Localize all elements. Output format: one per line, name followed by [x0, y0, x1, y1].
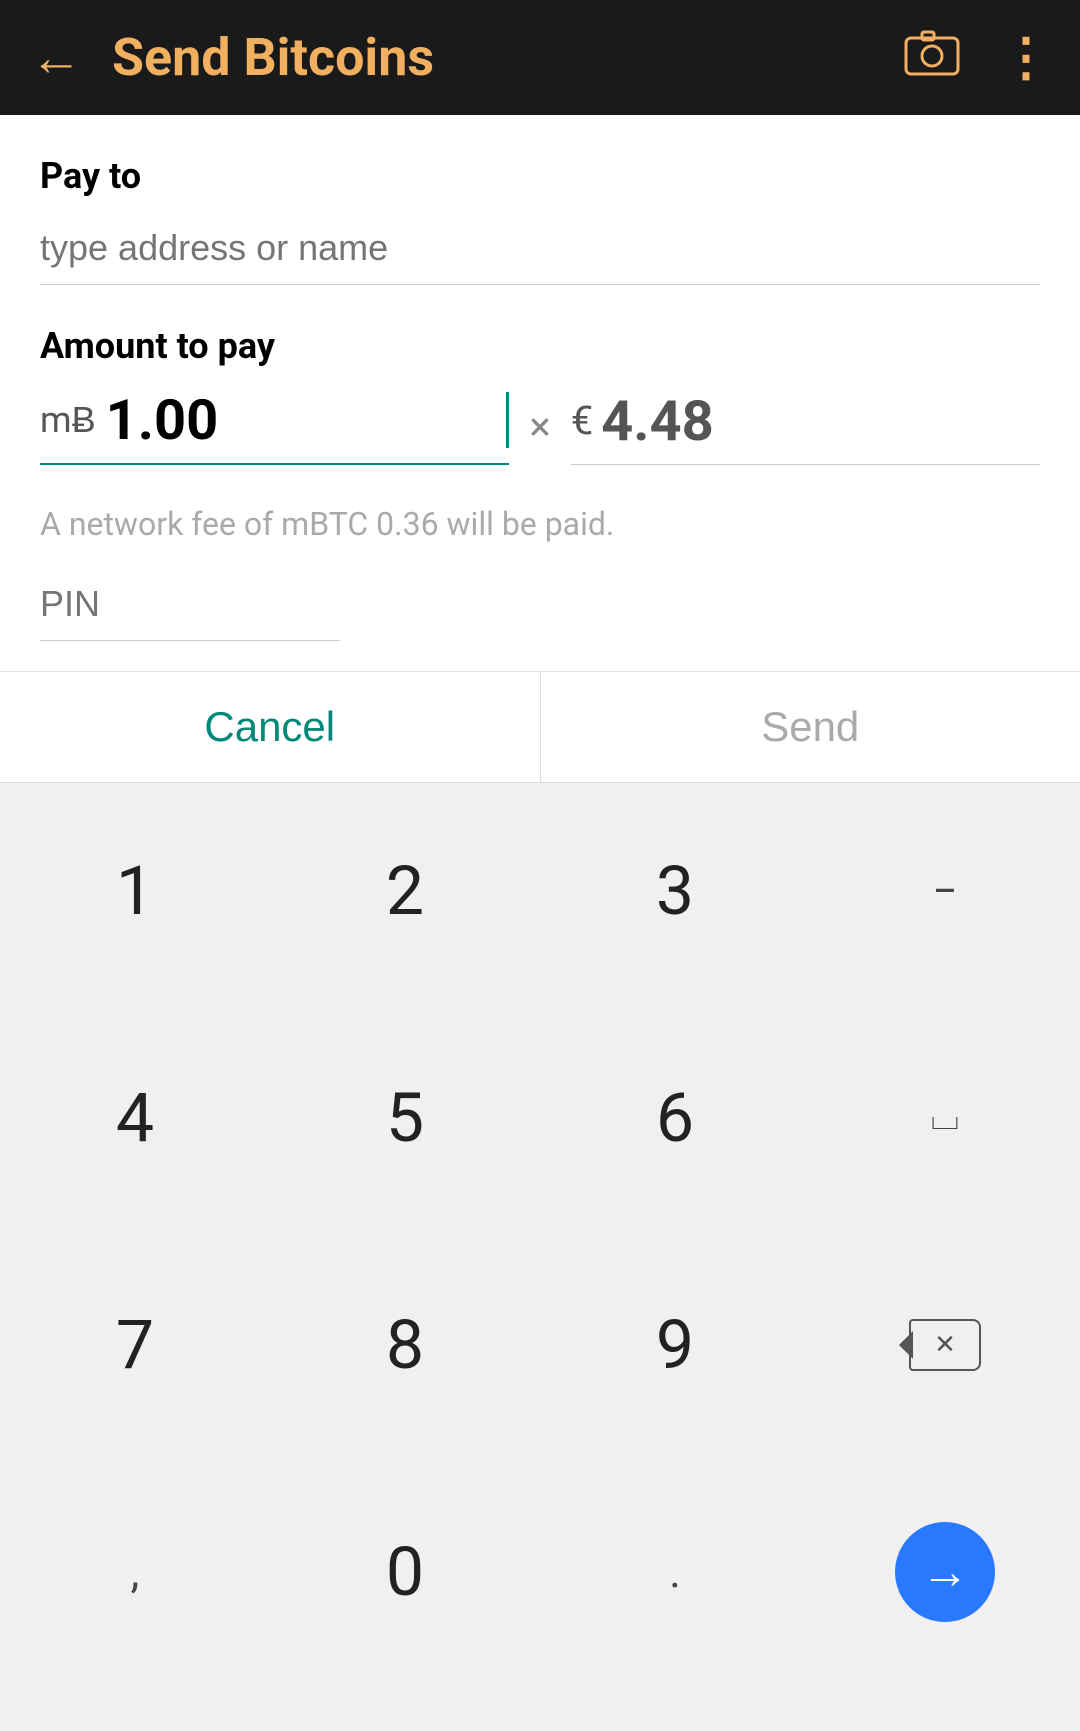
cancel-button[interactable]: Cancel: [0, 672, 541, 782]
key-5[interactable]: 5: [270, 1030, 540, 1205]
go-arrow-icon: →: [921, 1543, 969, 1600]
key-dash[interactable]: −: [810, 803, 1080, 978]
app-header: ← Send Bitcoins ⋮: [0, 0, 1080, 115]
key-8[interactable]: 8: [270, 1257, 540, 1432]
fee-notice: A network fee of mBTC 0.36 will be paid.: [40, 505, 1040, 543]
key-go[interactable]: →: [810, 1484, 1080, 1659]
pay-to-label: Pay to: [40, 155, 1040, 197]
key-4[interactable]: 4: [0, 1030, 270, 1205]
key-9[interactable]: 9: [540, 1257, 810, 1432]
form-area: Pay to Amount to pay mɃ 1.00 × € 4.48 A …: [0, 115, 1080, 671]
key-1[interactable]: 1: [0, 803, 270, 978]
pin-input[interactable]: [40, 573, 340, 641]
btc-currency-label: mɃ: [40, 399, 96, 441]
multiply-sign: ×: [529, 403, 550, 450]
key-period[interactable]: .: [540, 1484, 810, 1659]
key-space[interactable]: ⌴: [810, 1030, 1080, 1205]
action-bar: Cancel Send: [0, 672, 1080, 782]
key-backspace[interactable]: ✕: [810, 1257, 1080, 1432]
amount-row: mɃ 1.00 × € 4.48: [40, 387, 1040, 465]
cursor-caret: [506, 392, 509, 448]
key-comma[interactable]: ,: [0, 1484, 270, 1659]
numeric-keyboard: 1 2 3 − 4 5 6 ⌴ 7 8 9 ✕ , 0 . →: [0, 783, 1080, 1731]
btc-amount-field[interactable]: mɃ 1.00: [40, 387, 509, 465]
key-3[interactable]: 3: [540, 803, 810, 978]
key-0[interactable]: 0: [270, 1484, 540, 1659]
backspace-icon: ✕: [909, 1319, 981, 1371]
send-button[interactable]: Send: [541, 672, 1080, 782]
pay-to-input[interactable]: [40, 217, 1040, 285]
amount-section: Amount to pay mɃ 1.00 × € 4.48: [40, 325, 1040, 465]
camera-button[interactable]: [904, 28, 960, 88]
backspace-x: ✕: [934, 1330, 956, 1360]
camera-icon: [904, 28, 960, 76]
key-2[interactable]: 2: [270, 803, 540, 978]
fiat-currency-label: €: [571, 397, 593, 444]
go-button-circle: →: [895, 1522, 995, 1622]
btc-amount-value: 1.00: [106, 387, 505, 453]
key-6[interactable]: 6: [540, 1030, 810, 1205]
page-title: Send Bitcoins: [112, 27, 884, 88]
fiat-amount-field[interactable]: € 4.48: [571, 388, 1040, 465]
fiat-amount-value: 4.48: [601, 388, 714, 454]
amount-label: Amount to pay: [40, 325, 1040, 367]
key-7[interactable]: 7: [0, 1257, 270, 1432]
back-button[interactable]: ←: [30, 32, 82, 84]
more-options-button[interactable]: ⋮: [1000, 27, 1050, 88]
